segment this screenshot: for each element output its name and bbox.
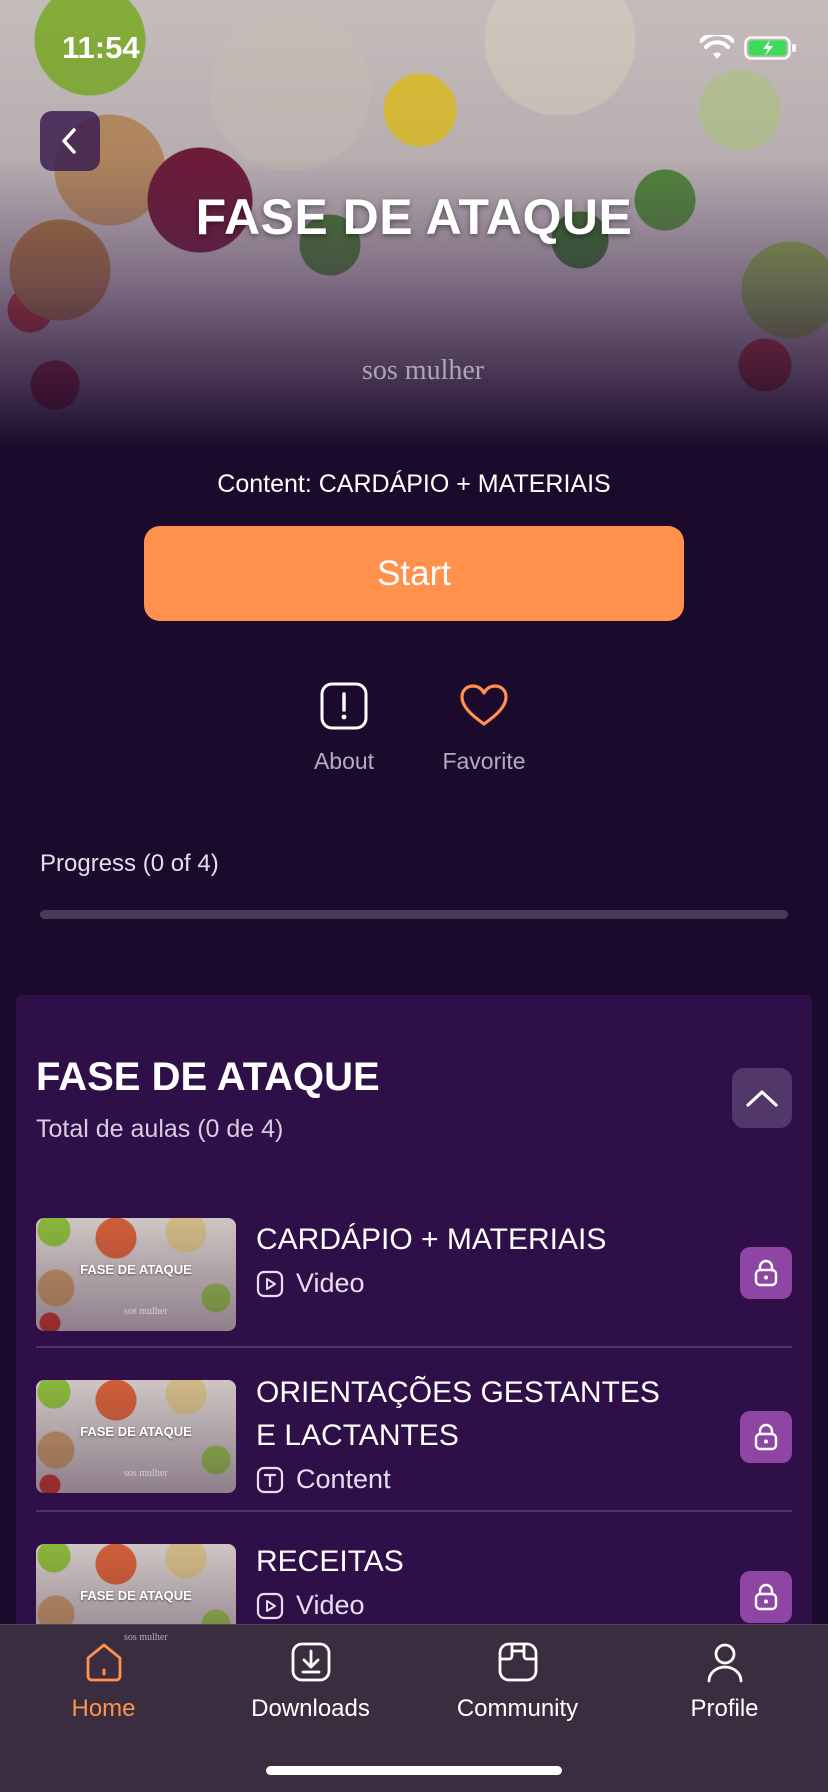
battery-charging-icon — [744, 36, 796, 60]
lock-button[interactable] — [740, 1247, 792, 1299]
module-title: FASE DE ATAQUE — [36, 1055, 380, 1099]
lock-icon — [754, 1259, 778, 1287]
lock-icon — [754, 1423, 778, 1451]
wifi-icon — [700, 35, 734, 59]
favorite-button[interactable]: Favorite — [424, 680, 544, 775]
progress-label: Progress (0 of 4) — [40, 850, 219, 877]
lesson-title: ORIENTAÇÕES GESTANTES E LACTANTES — [256, 1376, 660, 1452]
hero-banner: 11:54 FASE DE ATAQUE sos mulher — [0, 0, 828, 450]
profile-icon — [707, 1643, 742, 1683]
play-square-icon — [256, 1592, 284, 1619]
content-label: Content: CARDÁPIO + MATERIAIS — [217, 470, 611, 498]
lesson-type: Video — [256, 1590, 365, 1621]
play-square-icon — [256, 1270, 284, 1297]
status-icons — [700, 34, 798, 62]
lesson-item[interactable]: FASE DE ATAQUE sos mulher ORIENTAÇÕES GE… — [36, 1376, 792, 1512]
download-icon — [291, 1642, 330, 1682]
lock-button[interactable] — [740, 1411, 792, 1463]
brand-logo: sos mulher — [362, 355, 485, 386]
home-icon — [86, 1643, 121, 1682]
about-button[interactable]: About — [284, 680, 404, 775]
tab-label: Home — [71, 1695, 136, 1722]
hero-title: FASE DE ATAQUE — [195, 189, 633, 245]
lock-button[interactable] — [740, 1571, 792, 1623]
tab-downloads[interactable]: Downloads — [207, 1625, 414, 1723]
lesson-type: Content — [256, 1464, 391, 1495]
tab-label: Community — [456, 1695, 579, 1722]
heart-icon — [460, 684, 508, 726]
tab-community[interactable]: Community — [414, 1625, 621, 1723]
text-square-icon — [256, 1466, 284, 1493]
lesson-thumbnail: FASE DE ATAQUE sos mulher — [36, 1380, 236, 1493]
module-subtitle: Total de aulas (0 de 4) — [36, 1115, 284, 1143]
tab-profile[interactable]: Profile — [621, 1625, 828, 1723]
lesson-type: Video — [256, 1268, 365, 1299]
status-time: 11:54 — [62, 30, 140, 65]
collapse-button[interactable] — [732, 1068, 792, 1128]
chevron-up-icon — [746, 1090, 778, 1107]
home-indicator — [266, 1766, 562, 1775]
tab-home[interactable]: Home — [0, 1625, 207, 1723]
lesson-thumbnail: FASE DE ATAQUE sos mulher — [36, 1218, 236, 1331]
lesson-title: CARDÁPIO + MATERIAIS — [256, 1223, 607, 1256]
lesson-item[interactable]: FASE DE ATAQUE sos mulher CARDÁPIO + MAT… — [36, 1218, 792, 1348]
lesson-title: RECEITAS — [256, 1545, 404, 1578]
chevron-left-icon — [62, 128, 76, 154]
lock-icon — [754, 1583, 778, 1611]
favorite-label: Favorite — [442, 748, 526, 774]
course-screen: 11:54 FASE DE ATAQUE sos mulher Content:… — [0, 0, 828, 1792]
back-button[interactable] — [40, 111, 100, 171]
tab-label: Profile — [690, 1695, 759, 1722]
start-button[interactable]: Start — [144, 526, 684, 621]
about-label: About — [313, 748, 375, 774]
info-icon — [320, 682, 368, 730]
tab-label: Downloads — [251, 1695, 370, 1722]
progress-bar — [40, 910, 788, 919]
community-icon — [498, 1642, 537, 1682]
